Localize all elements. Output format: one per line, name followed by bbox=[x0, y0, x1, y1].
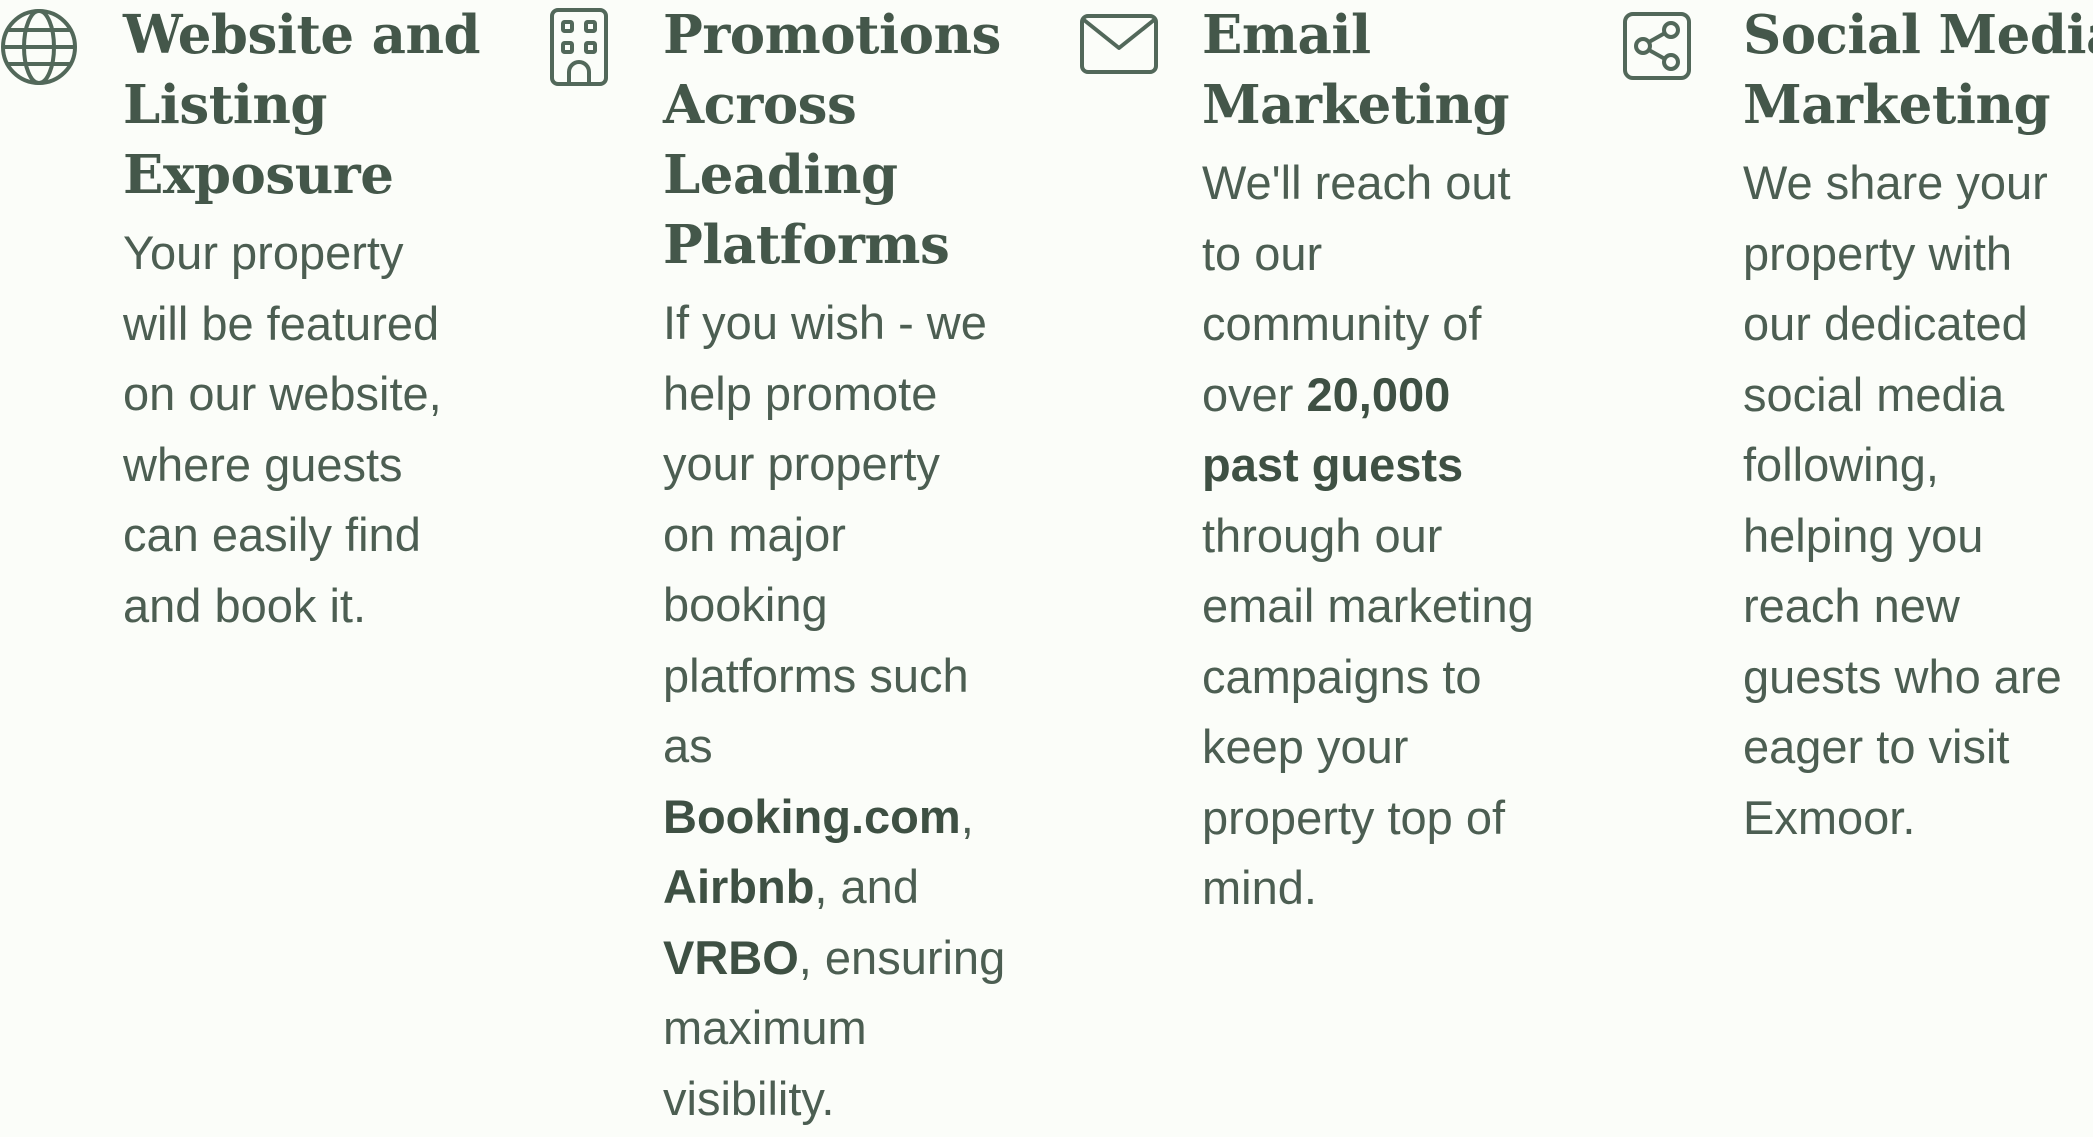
feature-title: Promotions Across Leading Platforms bbox=[663, 4, 1001, 276]
feature-description: We share your property with our dedicate… bbox=[1743, 156, 2062, 844]
envelope-icon bbox=[1080, 14, 1158, 74]
platform-vrbo: VRBO bbox=[663, 930, 799, 984]
share-icon bbox=[1623, 12, 1691, 80]
feature-title: Email Marketing bbox=[1202, 4, 1510, 136]
platform-booking: Booking.com bbox=[663, 789, 961, 843]
feature-description: We'll reach out to our community of over… bbox=[1202, 156, 1534, 914]
globe-icon bbox=[0, 8, 78, 86]
feature-description: If you wish - we help promote your prope… bbox=[663, 296, 1006, 1125]
platform-airbnb: Airbnb bbox=[663, 860, 815, 913]
feature-title: Social Media Marketing bbox=[1743, 4, 2093, 136]
building-icon bbox=[550, 8, 608, 86]
feature-title: Website and Listing Exposure bbox=[123, 4, 481, 206]
feature-description: Your property will be featured on our we… bbox=[123, 226, 442, 632]
